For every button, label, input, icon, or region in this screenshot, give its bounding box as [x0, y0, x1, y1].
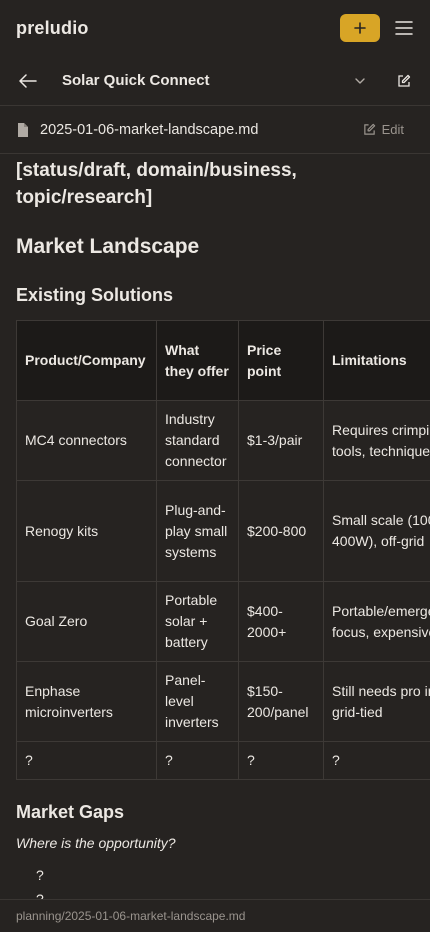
table-cell: Still needs pro install, grid-tied — [323, 661, 430, 742]
table-row: Goal Zero Portable solar + battery $400-… — [16, 581, 430, 662]
table-cell: ? — [16, 741, 157, 780]
table-header: Price point — [238, 320, 324, 401]
table-header-row: Product/Company What they offer Price po… — [16, 320, 430, 401]
hamburger-icon — [395, 21, 413, 35]
table-row: ? ? ? ? — [16, 741, 430, 780]
doc-heading: Market Landscape — [16, 235, 200, 258]
chevron-down-icon — [355, 77, 365, 84]
add-button[interactable] — [340, 14, 380, 42]
section-heading-solutions: Existing Solutions — [16, 285, 174, 305]
edit-file-button[interactable]: Edit — [363, 122, 404, 137]
table-cell: Enphase microinverters — [16, 661, 157, 742]
table-cell: Renogy kits — [16, 480, 157, 582]
document-content: [status/draft, domain/business, topic/re… — [0, 154, 430, 899]
plus-icon — [354, 22, 366, 34]
gaps-list: ? ? — [16, 863, 414, 899]
table-cell: Small scale (100-400W), off-grid — [323, 480, 430, 582]
header-actions — [340, 14, 414, 42]
table-cell: Portable/emergency focus, expensive — [323, 581, 430, 662]
project-bar: Solar Quick Connect — [0, 56, 430, 106]
list-item: ? — [36, 891, 44, 899]
table-cell: ? — [156, 741, 239, 780]
table-cell: $200-800 — [238, 480, 324, 582]
table-cell: MC4 connectors — [16, 400, 157, 481]
section-heading-gaps: Market Gaps — [16, 802, 125, 822]
file-icon — [18, 122, 28, 137]
edit-label: Edit — [381, 122, 404, 137]
table-cell: Portable solar + battery — [156, 581, 239, 662]
table-cell: Panel-level inverters — [156, 661, 239, 742]
table-row: MC4 connectors Industry standard connect… — [16, 400, 430, 481]
table-cell: $150-200/panel — [238, 661, 324, 742]
table-header: Product/Company — [16, 320, 157, 401]
back-button[interactable] — [16, 69, 40, 93]
project-dropdown-toggle[interactable] — [350, 71, 370, 91]
table-cell: $1-3/pair — [238, 400, 324, 481]
app-header: preludio — [0, 0, 430, 56]
doc-tags: [status/draft, domain/business, topic/re… — [16, 160, 297, 208]
list-item: ? — [36, 867, 44, 883]
file-path: planning/2025-01-06-market-landscape.md — [16, 909, 246, 923]
status-footer: planning/2025-01-06-market-landscape.md — [0, 899, 430, 932]
file-bar: 2025-01-06-market-landscape.md Edit — [0, 106, 430, 154]
table-header: What they offer — [156, 320, 239, 401]
edit-icon — [363, 123, 375, 135]
app-title: preludio — [16, 17, 89, 38]
edit-icon — [398, 74, 411, 87]
table-cell: Plug-and-play small systems — [156, 480, 239, 582]
table-cell: Industry standard connector — [156, 400, 239, 481]
file-name: 2025-01-06-market-landscape.md — [40, 121, 259, 138]
solutions-table: Product/Company What they offer Price po… — [16, 320, 430, 780]
table-row: Renogy kits Plug-and-play small systems … — [16, 480, 430, 582]
table-row: Enphase microinverters Panel-level inver… — [16, 661, 430, 742]
table-cell: ? — [323, 741, 430, 780]
table-cell: $400-2000+ — [238, 581, 324, 662]
menu-button[interactable] — [394, 18, 414, 38]
table-cell: Requires crimping tools, technique — [323, 400, 430, 481]
table-cell: ? — [238, 741, 324, 780]
table-header: Limitations — [323, 320, 430, 401]
arrow-left-icon — [19, 73, 37, 88]
edit-project-button[interactable] — [394, 71, 414, 91]
gaps-subtitle: Where is the opportunity? — [16, 835, 176, 851]
table-cell: Goal Zero — [16, 581, 157, 662]
project-selector[interactable]: Solar Quick Connect — [62, 72, 350, 89]
